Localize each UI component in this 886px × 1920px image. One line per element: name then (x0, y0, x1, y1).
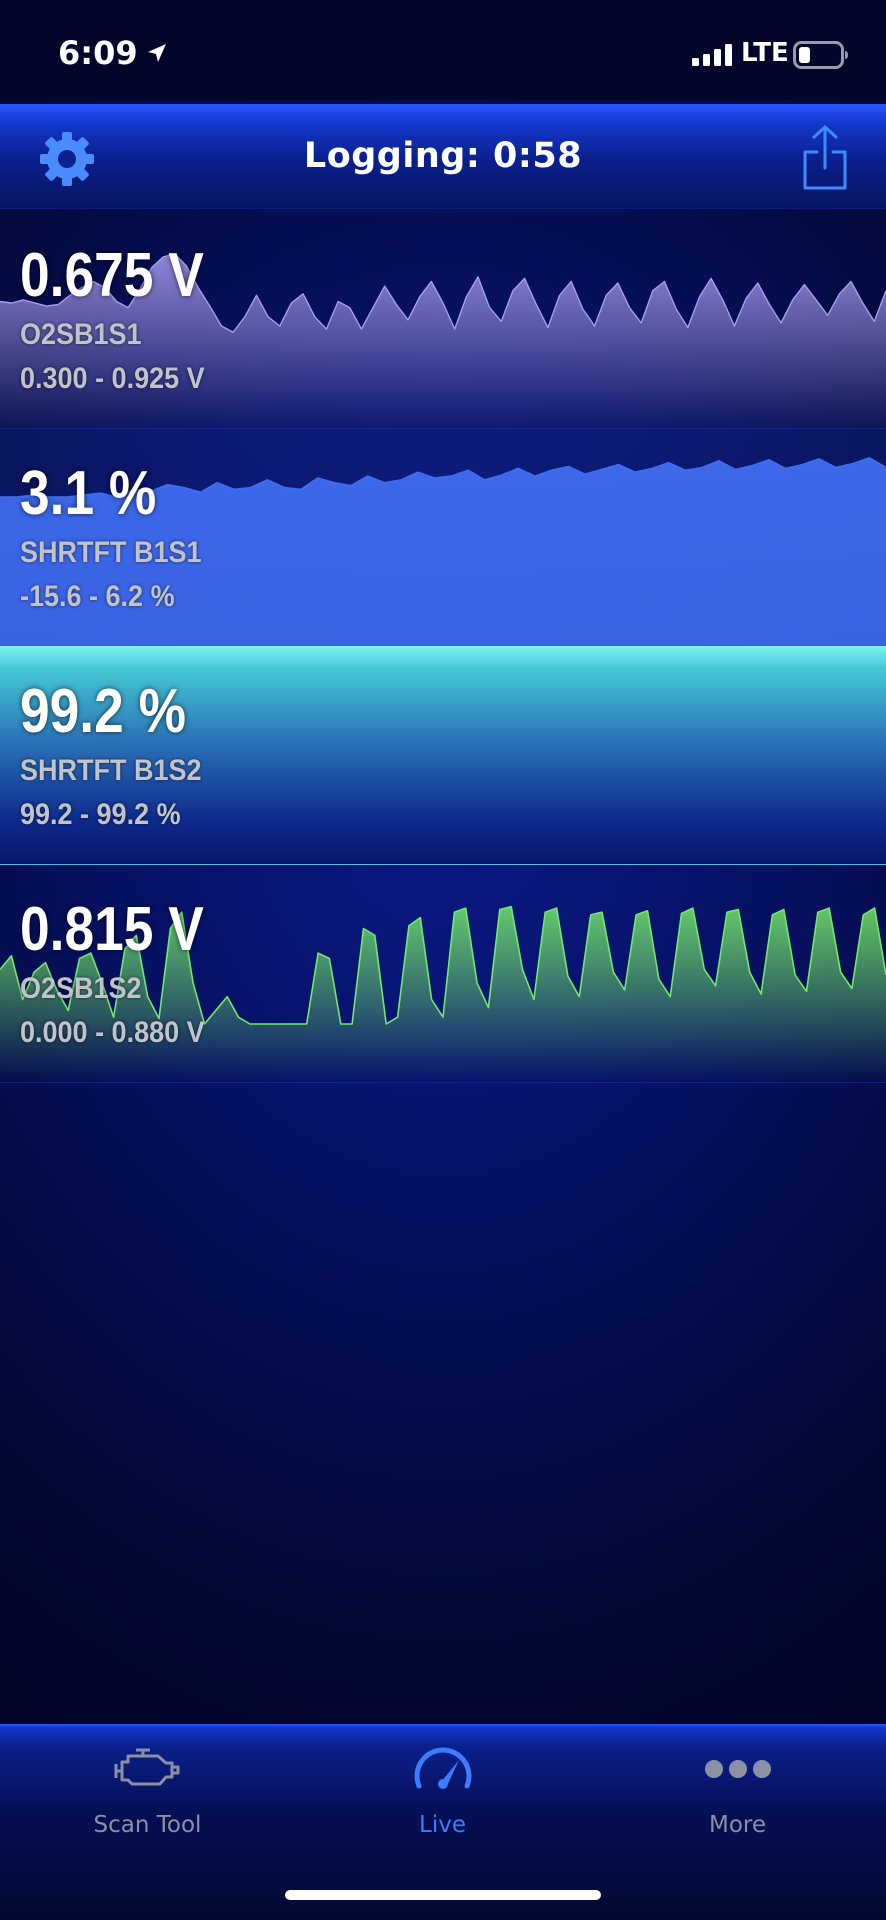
reading-range: 99.2 - 99.2 % (20, 798, 181, 831)
gauge-row-shrtft-b1s2[interactable]: 99.2 % SHRTFT B1S2 99.2 - 99.2 % (0, 646, 886, 865)
tab-label: Scan Tool (93, 1812, 202, 1838)
signal-bars-icon (692, 44, 732, 66)
reading-name: O2SB1S1 (20, 318, 142, 351)
reading-value: 0.675 V (20, 241, 204, 310)
share-icon[interactable] (800, 124, 850, 192)
tab-live[interactable]: Live (295, 1724, 590, 1864)
check-engine-icon (114, 1748, 179, 1786)
reading-range: 0.300 - 0.925 V (20, 362, 205, 395)
tab-more[interactable]: More (590, 1724, 885, 1864)
status-time: 6:09 (58, 34, 138, 72)
nav-bar: Logging: 0:58 (0, 104, 886, 209)
more-dots-icon (704, 1760, 771, 1778)
gauge-row-o2sb1s2[interactable]: 0.815 V O2SB1S2 0.000 - 0.880 V (0, 864, 886, 1083)
gauge-row-shrtft-b1s1[interactable]: 3.1 % SHRTFT B1S1 -15.6 - 6.2 % (0, 428, 886, 647)
tab-label: More (708, 1812, 767, 1838)
gauge-row-o2sb1s1[interactable]: 0.675 V O2SB1S1 0.300 - 0.925 V (0, 210, 886, 429)
home-indicator (285, 1890, 601, 1900)
battery-low-icon (793, 41, 848, 69)
location-arrow-icon (148, 44, 166, 62)
reading-range: -15.6 - 6.2 % (20, 580, 175, 613)
status-bar: 6:09 LTE (0, 0, 886, 100)
reading-value: 3.1 % (20, 459, 157, 528)
tab-label: Live (419, 1812, 466, 1838)
tab-scan-tool[interactable]: Scan Tool (0, 1724, 295, 1864)
reading-name: O2SB1S2 (20, 972, 142, 1005)
reading-name: SHRTFT B1S1 (20, 536, 202, 569)
reading-value: 99.2 % (20, 677, 187, 746)
speedometer-icon (414, 1747, 471, 1789)
reading-range: 0.000 - 0.880 V (20, 1016, 205, 1049)
network-label: LTE (741, 38, 789, 68)
logging-title: Logging: 0:58 (303, 136, 583, 176)
reading-name: SHRTFT B1S2 (20, 754, 202, 787)
reading-value: 0.815 V (20, 895, 204, 964)
